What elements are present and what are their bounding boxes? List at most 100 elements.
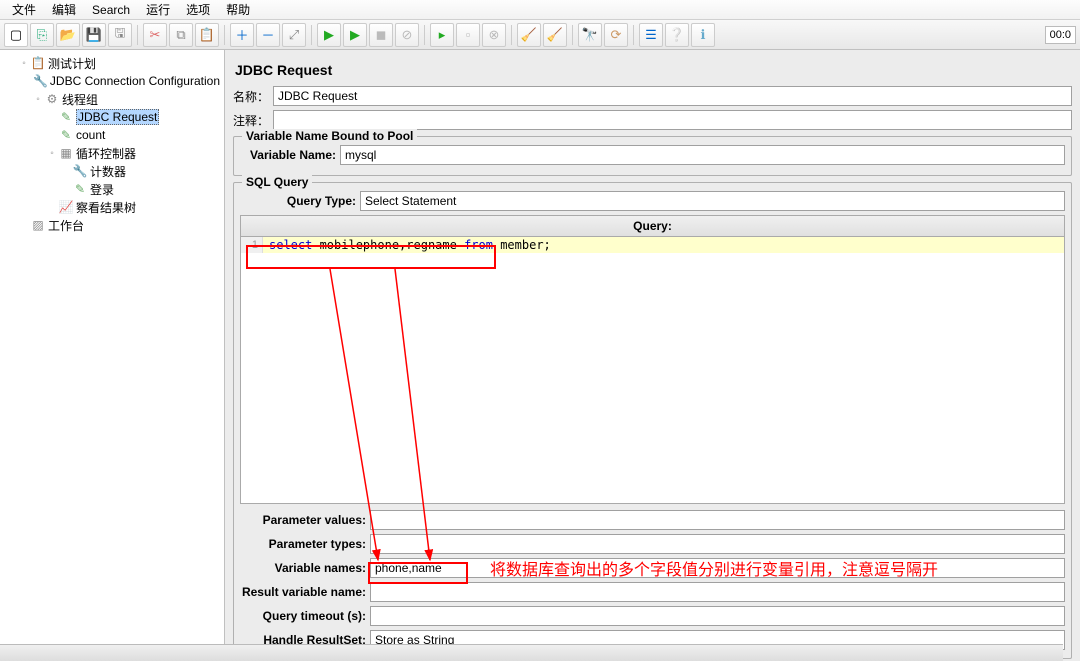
sql-editor[interactable]: 1 select mobilephone,regname from member… — [240, 236, 1065, 504]
save-icon: 💾 — [86, 27, 102, 43]
content-panel: JDBC Request 名称： 注释： Variable Name Bound… — [225, 50, 1080, 661]
query-timeout-label: Query timeout (s): — [240, 609, 370, 623]
expand-button[interactable]: ＋ — [230, 23, 254, 47]
remote-start-button[interactable]: ▸ — [430, 23, 454, 47]
elapsed-time: 00:0 — [1045, 26, 1076, 44]
separator — [424, 25, 425, 45]
help-button[interactable]: ❔ — [665, 23, 689, 47]
separator — [224, 25, 225, 45]
copy-icon: ⧉ — [176, 27, 185, 43]
menu-search[interactable]: Search — [84, 3, 138, 17]
tree-jdbc-request[interactable]: ✎ JDBC Request — [0, 108, 224, 126]
cut-button[interactable]: ✂ — [143, 23, 167, 47]
query-type-label: Query Type: — [240, 194, 360, 208]
minus-icon: － — [261, 25, 274, 44]
remote-shutdown-button[interactable]: ⊗ — [482, 23, 506, 47]
stop-icon: ◼ — [376, 27, 387, 43]
name-input[interactable] — [273, 86, 1072, 106]
play-plus-icon: ▶ — [350, 27, 360, 43]
binoculars-icon: 🔭 — [582, 27, 598, 43]
separator — [572, 25, 573, 45]
start-button[interactable]: ▶ — [317, 23, 341, 47]
controller-icon: ▦ — [58, 145, 74, 161]
info-icon: ℹ — [701, 27, 706, 43]
workbench-icon: ▨ — [30, 217, 46, 233]
menu-run[interactable]: 运行 — [138, 1, 178, 18]
toggle-icon: ⤢ — [289, 27, 299, 43]
broom-all-icon: 🧹 — [547, 27, 563, 43]
start-no-pause-button[interactable]: ▶ — [343, 23, 367, 47]
toggle-button[interactable]: ⤢ — [282, 23, 306, 47]
save-as-icon: 🖫 — [114, 24, 125, 46]
copy-button[interactable]: ⧉ — [169, 23, 193, 47]
tree-result-tree[interactable]: 📈 察看结果树 — [0, 198, 224, 216]
tree-login[interactable]: ✎ 登录 — [0, 180, 224, 198]
reset-search-button[interactable]: ⟳ — [604, 23, 628, 47]
pipette-icon: ✎ — [58, 127, 74, 143]
collapse-icon[interactable]: ◦ — [32, 94, 44, 105]
var-names-input[interactable] — [370, 558, 1065, 578]
sql-text: select mobilephone,regname from member; — [263, 238, 551, 252]
about-button[interactable]: ℹ — [691, 23, 715, 47]
comment-input[interactable] — [273, 110, 1072, 130]
clear-all-button[interactable]: 🧹 — [543, 23, 567, 47]
var-names-label: Variable names: — [240, 561, 370, 575]
result-var-label: Result variable name: — [240, 585, 370, 599]
remote-stop-button[interactable]: ▫ — [456, 23, 480, 47]
testplan-icon: 📋 — [30, 55, 46, 71]
tree-count[interactable]: ✎ count — [0, 126, 224, 144]
result-var-input[interactable] — [370, 582, 1065, 602]
collapse-button[interactable]: － — [256, 23, 280, 47]
pipette-icon: ✎ — [58, 109, 74, 125]
tree-thread-group[interactable]: ◦ ⚙ 线程组 — [0, 90, 224, 108]
name-label: 名称： — [233, 88, 273, 105]
menu-help[interactable]: 帮助 — [218, 1, 258, 18]
separator — [511, 25, 512, 45]
param-values-label: Parameter values: — [240, 513, 370, 527]
search-button[interactable]: 🔭 — [578, 23, 602, 47]
open-button[interactable]: 📂 — [56, 23, 80, 47]
tree-panel: ◦ 📋 测试计划 🔧 JDBC Connection Configuration… — [0, 50, 225, 661]
separator — [633, 25, 634, 45]
function-helper-button[interactable]: ☰ — [639, 23, 663, 47]
menu-edit[interactable]: 编辑 — [44, 1, 84, 18]
tree-loop-controller[interactable]: ◦ ▦ 循环控制器 — [0, 144, 224, 162]
paste-button[interactable]: 📋 — [195, 23, 219, 47]
list-icon: ☰ — [645, 27, 657, 43]
plus-icon: ＋ — [235, 25, 248, 44]
clear-button[interactable]: 🧹 — [517, 23, 541, 47]
query-timeout-input[interactable] — [370, 606, 1065, 626]
tree-root[interactable]: ◦ 📋 测试计划 — [0, 54, 224, 72]
panel-title: JDBC Request — [233, 58, 1072, 86]
stop-button[interactable]: ◼ — [369, 23, 393, 47]
horizontal-scrollbar[interactable] — [0, 644, 1063, 661]
tree-workbench[interactable]: ▨ 工作台 — [0, 216, 224, 234]
templates-button[interactable]: ⎘ — [30, 23, 54, 47]
var-pool-group: Variable Name Bound to Pool Variable Nam… — [233, 136, 1072, 176]
param-types-input[interactable] — [370, 534, 1065, 554]
menu-options[interactable]: 选项 — [178, 1, 218, 18]
shutdown-button[interactable]: ⊘ — [395, 23, 419, 47]
menu-file[interactable]: 文件 — [4, 1, 44, 18]
new-button[interactable]: ▢ — [4, 23, 28, 47]
collapse-icon[interactable]: ◦ — [46, 148, 58, 159]
group-title: SQL Query — [242, 175, 312, 189]
shutdown-icon: ⊘ — [402, 27, 413, 43]
play-icon: ▶ — [324, 27, 334, 43]
scissors-icon: ✂ — [150, 27, 161, 43]
help-icon: ❔ — [669, 27, 685, 43]
save-as-button[interactable]: 🖫 — [108, 23, 132, 47]
line-number: 1 — [241, 237, 263, 253]
query-type-select[interactable] — [360, 191, 1065, 211]
wrench-icon: 🔧 — [33, 73, 48, 89]
menubar: 文件 编辑 Search 运行 选项 帮助 — [0, 0, 1080, 20]
tree-jdbc-config[interactable]: 🔧 JDBC Connection Configuration — [0, 72, 224, 90]
remote-play-icon: ▸ — [439, 27, 446, 43]
tree-counter[interactable]: 🔧 计数器 — [0, 162, 224, 180]
var-name-input[interactable] — [340, 145, 1065, 165]
collapse-icon[interactable]: ◦ — [18, 58, 30, 69]
param-values-input[interactable] — [370, 510, 1065, 530]
group-title: Variable Name Bound to Pool — [242, 129, 417, 143]
save-button[interactable]: 💾 — [82, 23, 106, 47]
template-icon: ⎘ — [37, 27, 47, 43]
